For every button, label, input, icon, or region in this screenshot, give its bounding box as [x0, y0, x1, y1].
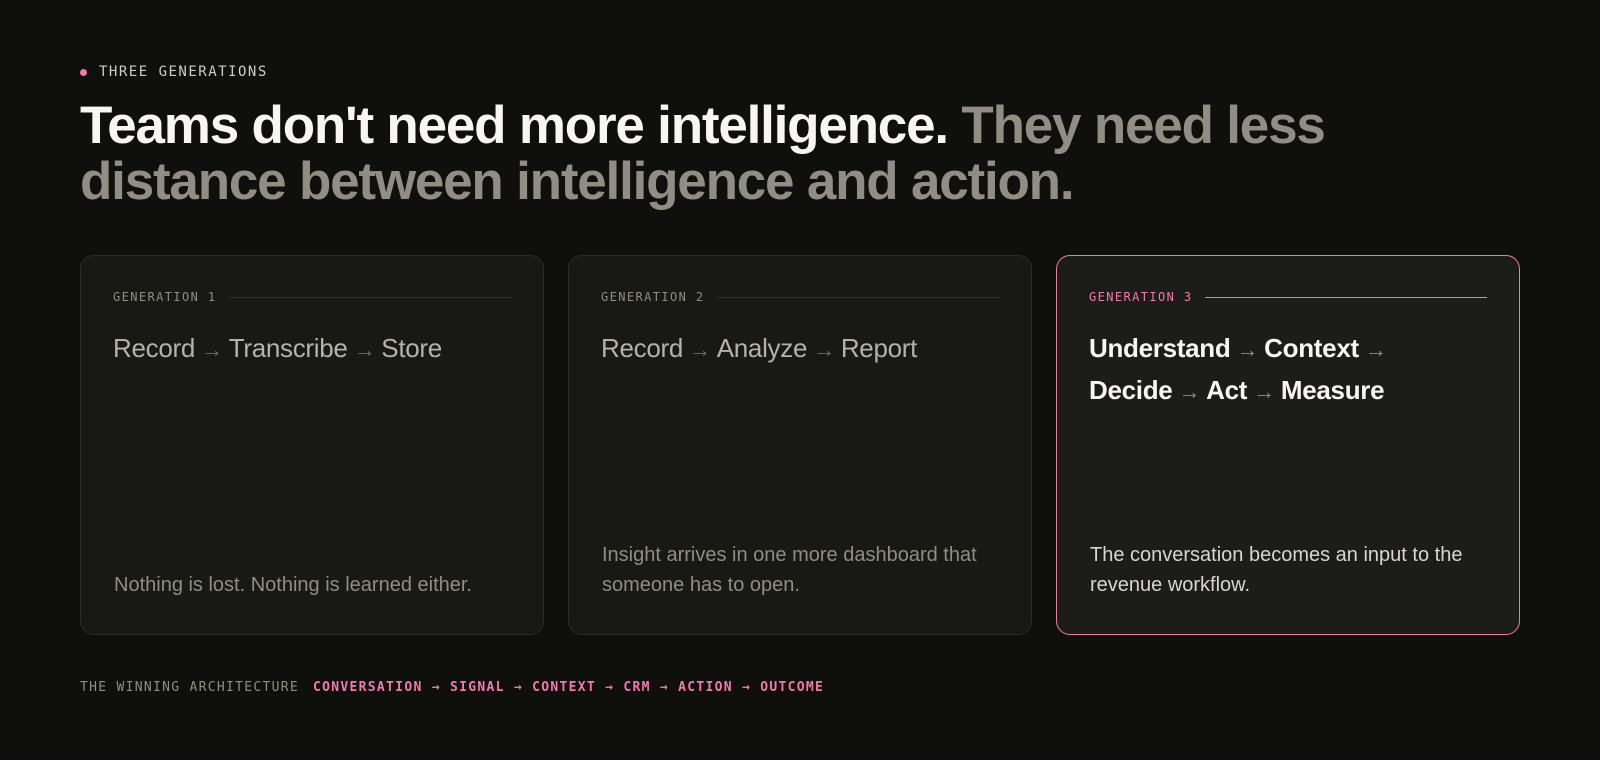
flow-step: Transcribe [228, 333, 348, 363]
footer-label: THE WINNING ARCHITECTURE [80, 680, 300, 695]
arrow-right-icon: → [201, 337, 223, 362]
generation-1-card: GENERATION 1 Record → Transcribe → Store Not… [80, 255, 544, 635]
architecture-chain: CONVERSATION → SIGNAL → CONTEXT → CRM → … [313, 680, 825, 695]
bullet-dot-icon [80, 68, 87, 76]
flow-step: Act [1206, 375, 1248, 405]
arrow-right-icon: → [1178, 379, 1201, 404]
flow-step: Record [113, 333, 196, 363]
arrow-right-icon: → [689, 337, 711, 362]
card-description: The conversation becomes an input to the… [1090, 544, 1463, 596]
flow-step: Understand [1089, 333, 1231, 363]
slide: THREE GENERATIONS Teams don't need more … [0, 0, 1600, 760]
flow-step: Analyze [716, 333, 808, 363]
card-header: GENERATION 1 [113, 290, 511, 304]
architecture-footer: THE WINNING ARCHITECTURE CONVERSATION → … [80, 680, 824, 695]
generation-cards: GENERATION 1 Record → Transcribe → Store Not… [80, 255, 1520, 635]
flow-step: Context [1264, 333, 1359, 363]
eyebrow-label: THREE GENERATIONS [99, 64, 268, 80]
generation-2-card: GENERATION 2 Record → Analyze → Report Insig… [568, 255, 1032, 635]
headline: Teams don't need more intelligence. They… [80, 98, 1480, 210]
generation-label: GENERATION 1 [113, 290, 217, 304]
card-description: Insight arrives in one more dashboard th… [602, 544, 977, 596]
flow-step: Record [601, 333, 684, 363]
arrow-right-icon: → [1236, 337, 1259, 362]
divider [1204, 296, 1487, 298]
flow-steps: Understand → Context → Decide → Act → Measure [1089, 328, 1487, 412]
card-header: GENERATION 3 [1089, 290, 1487, 304]
flow-step: Measure [1280, 375, 1385, 405]
arrow-right-icon: → [353, 337, 376, 362]
generation-3-card: GENERATION 3 Understand → Context → Decide → A… [1056, 255, 1520, 635]
flow-steps: Record → Analyze → Report [601, 328, 999, 370]
arrow-right-icon: → [1364, 337, 1387, 362]
arrow-right-icon: → [1253, 379, 1275, 404]
flow-steps: Record → Transcribe → Store [113, 328, 511, 370]
card-header: GENERATION 2 [601, 290, 999, 304]
arrow-right-icon: → [813, 337, 835, 362]
eyebrow: THREE GENERATIONS [80, 64, 268, 80]
divider [716, 296, 999, 298]
divider [228, 296, 511, 298]
generation-label: GENERATION 2 [601, 290, 705, 304]
generation-label: GENERATION 3 [1089, 290, 1193, 304]
headline-strong: Teams don't need more intelligence. [80, 96, 949, 155]
card-description: Nothing is lost. Nothing is learned eith… [114, 574, 472, 596]
flow-step: Report [840, 333, 918, 363]
flow-step: Decide [1089, 375, 1173, 405]
flow-step: Store [381, 333, 442, 363]
